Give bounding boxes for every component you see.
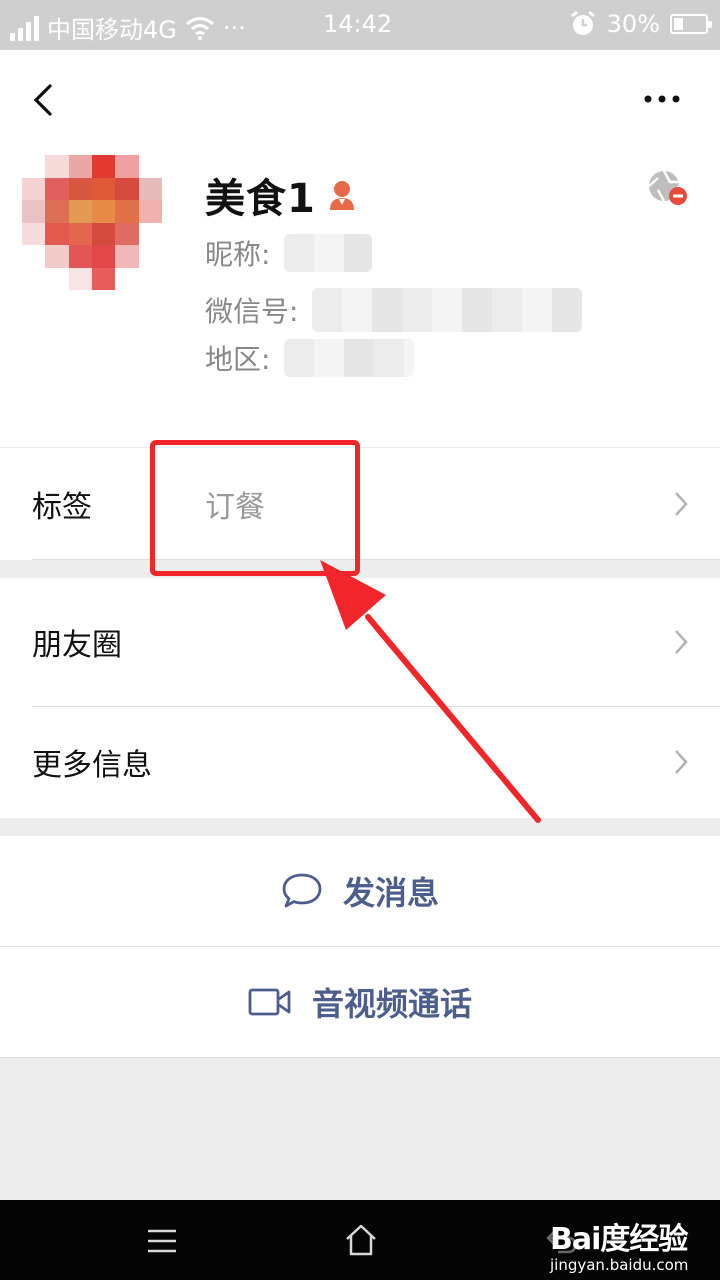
battery-percent: 30%: [606, 10, 660, 38]
carrier-text: 中国移动4G: [47, 16, 177, 44]
chevron-left-icon[interactable]: [28, 80, 58, 120]
wechat-id-value-blurred: [312, 288, 583, 332]
annotation-arrow: [320, 560, 541, 823]
wechat-id-line: 微信号:: [205, 288, 583, 332]
female-person-icon: [329, 181, 354, 210]
status-bar: 中国移动4G ··· 14:42 30%: [0, 0, 720, 50]
alarm-icon: [570, 10, 595, 35]
video-call-button[interactable]: 音视频通话: [0, 947, 720, 1057]
contact-name: 美食1: [205, 176, 316, 222]
nickname-line: 昵称:: [205, 233, 373, 273]
region-line: 地区:: [205, 338, 415, 378]
status-extra: ···: [222, 13, 246, 42]
home-icon[interactable]: [343, 1222, 379, 1258]
tags-label: 标签: [32, 490, 92, 525]
menu-icon[interactable]: [146, 1227, 178, 1255]
profile-header: 美食1 昵称: 微信号: 地区:: [0, 50, 720, 447]
chat-bubble-icon: [282, 873, 322, 908]
watermark-logo: Bai度经验: [550, 1222, 688, 1257]
chevron-right-icon: [675, 492, 688, 516]
signal-icon: [10, 15, 39, 41]
system-nav-bar: Bai度经验 jingyan.baidu.com: [0, 1200, 720, 1280]
shutter-icon: [648, 170, 687, 205]
more-dots-icon[interactable]: [642, 92, 682, 106]
more-info-label: 更多信息: [32, 748, 152, 783]
tags-row[interactable]: 标签 订餐: [0, 448, 720, 560]
video-camera-icon: [248, 988, 291, 1016]
avatar[interactable]: [22, 155, 162, 290]
send-message-label: 发消息: [342, 874, 439, 912]
chevron-right-icon: [675, 750, 688, 774]
baidu-watermark: Bai度经验 jingyan.baidu.com: [550, 1214, 688, 1274]
region-value-blurred: [284, 339, 415, 377]
tags-section: 标签 订餐: [0, 448, 720, 560]
wechat-id-label: 微信号:: [205, 295, 299, 328]
clock: 14:42: [323, 10, 393, 38]
region-label: 地区:: [205, 343, 271, 376]
nickname-label: 昵称:: [205, 238, 271, 271]
video-call-label: 音视频通话: [311, 985, 472, 1023]
wifi-icon: [185, 16, 214, 40]
watermark-url: jingyan.baidu.com: [550, 1256, 689, 1274]
send-message-button[interactable]: 发消息: [0, 836, 720, 946]
divider: [0, 1057, 720, 1058]
moments-label: 朋友圈: [32, 628, 122, 663]
battery-icon: [670, 14, 712, 34]
chevron-right-icon: [675, 630, 688, 654]
nickname-value-blurred: [284, 234, 373, 272]
